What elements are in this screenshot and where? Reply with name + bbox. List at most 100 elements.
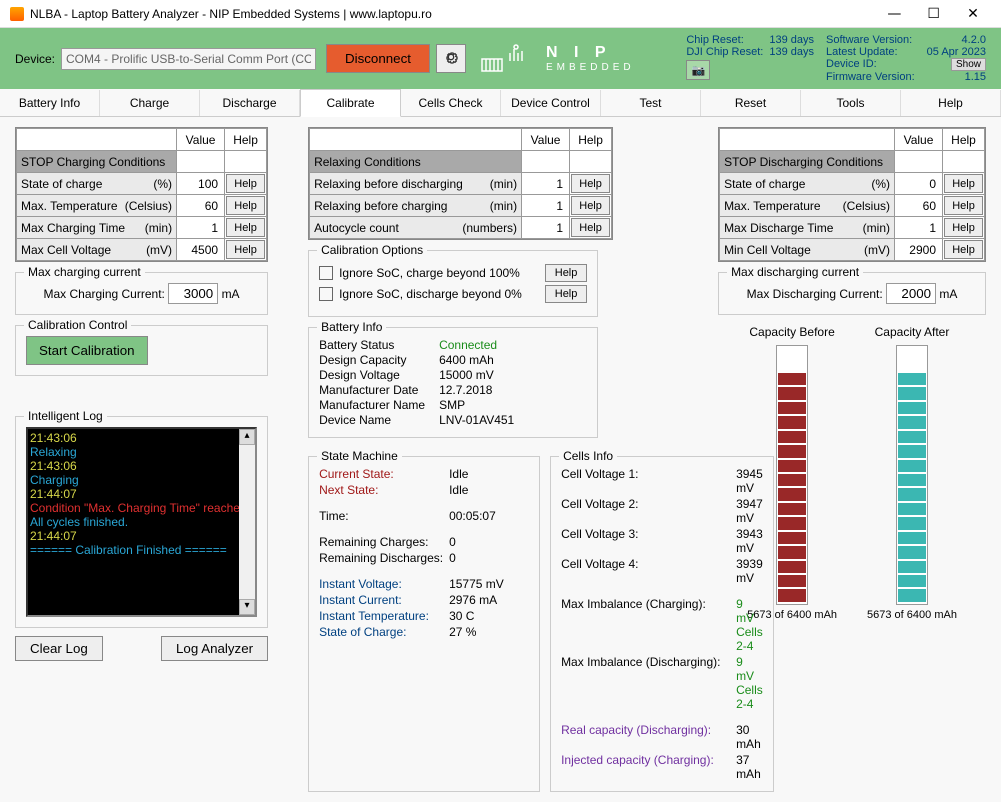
intelligent-log-group: Intelligent Log 21:43:06Relaxing21:43:06… [15,416,268,628]
cell-value: 3947 mV [736,497,763,525]
start-calibration-button[interactable]: Start Calibration [26,336,148,365]
cell-label: Max Imbalance (Discharging): [561,655,736,711]
ignore-soc-discharge-label: Ignore SoC, discharge beyond 0% [339,287,539,301]
sm-label: Remaining Charges: [319,535,449,549]
ignore-soc-discharge-checkbox[interactable] [319,287,333,301]
max-charging-current-group: Max charging current Max Charging Curren… [15,272,268,315]
help-button[interactable]: Help [226,196,265,215]
bar-segment [778,416,806,428]
log-analyzer-button[interactable]: Log Analyzer [161,636,268,661]
disconnect-button[interactable]: Disconnect [326,44,430,73]
cell-value: 3943 mV [736,527,763,555]
settings-button[interactable] [436,44,466,73]
log-scrollbar[interactable]: ▴ ▾ [239,429,255,615]
help-button[interactable]: Help [545,264,587,282]
device-label: Device: [15,52,55,66]
row-label: Max. Temperature(Celsius) [720,195,895,217]
row-value[interactable]: 1 [522,217,570,239]
help-button[interactable]: Help [944,174,983,193]
camera-icon[interactable]: 📷 [686,60,710,80]
info-value: Connected [439,338,587,352]
tab-discharge[interactable]: Discharge [200,90,300,116]
row-value[interactable]: 1 [522,195,570,217]
row-value[interactable]: 60 [177,195,225,217]
tab-charge[interactable]: Charge [100,90,200,116]
help-button[interactable]: Help [545,285,587,303]
row-label: Max Cell Voltage(mV) [17,239,177,261]
cell-value: 9 mV Cells 2-4 [736,655,763,711]
sm-label: State of Charge: [319,625,449,639]
max-charging-input[interactable] [168,283,218,304]
help-button[interactable]: Help [226,218,265,237]
sm-label: Time: [319,509,449,523]
bar-segment [898,431,926,443]
row-label: Relaxing before discharging(min) [310,173,522,195]
max-discharging-current-group: Max discharging current Max Discharging … [718,272,986,315]
tab-battery-info[interactable]: Battery Info [0,90,100,116]
tab-test[interactable]: Test [601,90,701,116]
help-button[interactable]: Help [571,174,610,193]
bar-segment [898,546,926,558]
calib-opts-legend: Calibration Options [317,243,427,257]
cell-value: 30 mAh [736,723,763,751]
row-value[interactable]: 0 [895,173,943,195]
minimize-button[interactable]: — [876,6,912,22]
tab-device-control[interactable]: Device Control [501,90,601,116]
bar-segment [898,373,926,385]
row-value[interactable]: 2900 [895,239,943,261]
bar-segment [778,575,806,587]
sm-label: Instant Temperature: [319,609,449,623]
scroll-up-icon[interactable]: ▴ [239,429,255,445]
maximize-button[interactable]: ☐ [916,6,952,22]
help-button[interactable]: Help [571,218,610,237]
tab-cells-check[interactable]: Cells Check [401,90,501,116]
log-line: 21:43:06 [30,431,253,445]
cell-label: Cell Voltage 3: [561,527,736,555]
info-label: Design Capacity [319,353,439,367]
row-value[interactable]: 1 [522,173,570,195]
bar-segment [898,589,926,601]
header-bar: Device: Disconnect N I P EMBEDDED Chip R… [0,28,1001,89]
help-button[interactable]: Help [944,240,983,259]
row-value[interactable]: 100 [177,173,225,195]
sm-value: 15775 mV [449,577,529,591]
window-controls: — ☐ ✕ [876,6,991,22]
row-label: Relaxing before charging(min) [310,195,522,217]
clear-log-button[interactable]: Clear Log [15,636,103,661]
help-button[interactable]: Help [226,240,265,259]
sm-value: 27 % [449,625,529,639]
capacity-after-bar: Capacity After 5673 of 6400 mAh [867,325,957,621]
calibrate-page: ValueHelpSTOP Charging ConditionsState o… [0,117,1001,802]
sm-label: Instant Current: [319,593,449,607]
help-button[interactable]: Help [944,218,983,237]
sm-value: 0 [449,535,529,549]
tab-help[interactable]: Help [901,90,1001,116]
info-label: Manufacturer Name [319,398,439,412]
sm-label: Current State: [319,467,449,481]
logo: N I P EMBEDDED [480,43,635,75]
row-value[interactable]: 1 [177,217,225,239]
device-select[interactable] [61,48,316,70]
tab-tools[interactable]: Tools [801,90,901,116]
row-value[interactable]: 1 [895,217,943,239]
help-button[interactable]: Help [571,196,610,215]
show-device-id-button[interactable]: Show [951,58,986,71]
log-legend: Intelligent Log [24,409,107,423]
cell-label: Cell Voltage 1: [561,467,736,495]
help-button[interactable]: Help [226,174,265,193]
ignore-soc-charge-checkbox[interactable] [319,266,333,280]
max-discharging-input[interactable] [886,283,936,304]
bar-segment [898,503,926,515]
tab-calibrate[interactable]: Calibrate [300,89,401,117]
close-button[interactable]: ✕ [955,6,991,22]
tab-reset[interactable]: Reset [701,90,801,116]
log-line: Condition "Max. Charging Time" reached. [30,501,253,515]
row-value[interactable]: 4500 [177,239,225,261]
fw-version-value: 1.15 [965,71,986,83]
cell-label: Injected capacity (Charging): [561,753,736,781]
scroll-down-icon[interactable]: ▾ [239,599,255,615]
row-value[interactable]: 60 [895,195,943,217]
bar-segment [898,488,926,500]
help-button[interactable]: Help [944,196,983,215]
info-value: 15000 mV [439,368,587,382]
